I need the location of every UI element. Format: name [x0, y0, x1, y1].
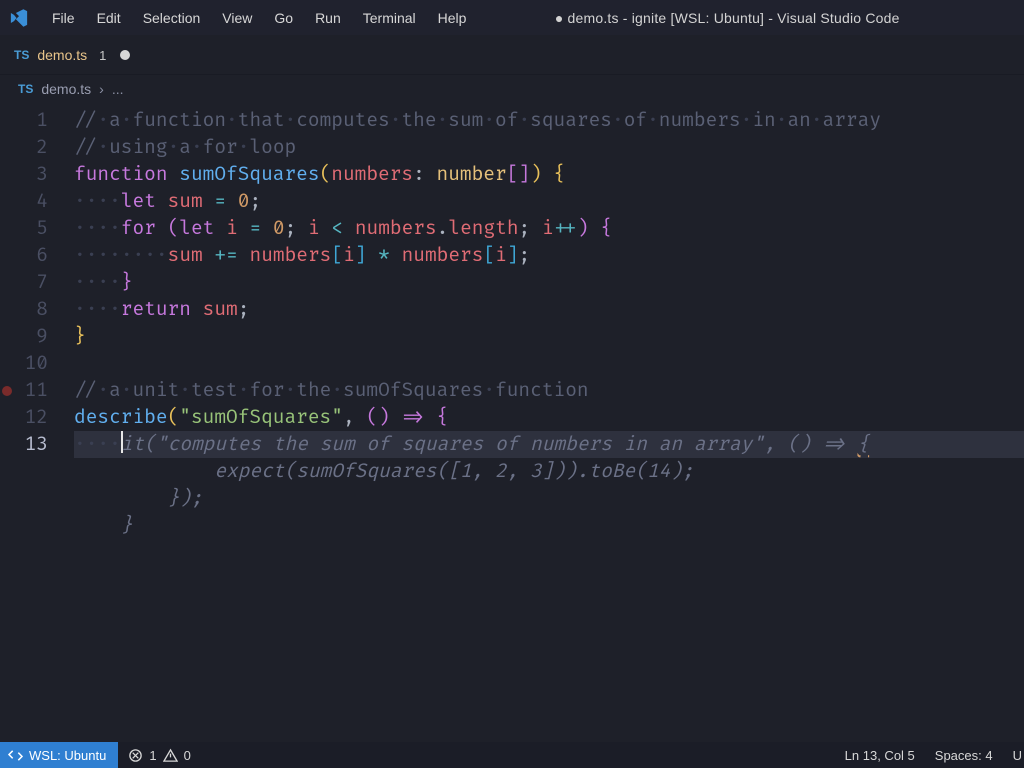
dirty-dot-icon: ●	[555, 10, 564, 26]
line-number: 13	[0, 431, 48, 458]
line-number: 9	[0, 323, 48, 350]
code-editor[interactable]: 12345678910111213 //·a·function·that·com…	[0, 103, 1024, 742]
line-number: 4	[0, 188, 48, 215]
code-area[interactable]: //·a·function·that·computes·the·sum·of·s…	[74, 107, 1024, 742]
ghost-suggestion-line: expect(sumOfSquares([1, 2, 3])).toBe(14)…	[74, 458, 1024, 485]
code-line[interactable]: }	[74, 323, 1024, 350]
menu-file[interactable]: File	[42, 6, 85, 30]
line-number: 8	[0, 296, 48, 323]
code-line[interactable]: ····it("computes the sum of squares of n…	[74, 431, 1024, 458]
window-title-text: demo.ts - ignite [WSL: Ubuntu] - Visual …	[568, 10, 900, 26]
code-line[interactable]: ····}	[74, 269, 1024, 296]
remote-indicator[interactable]: WSL: Ubuntu	[0, 742, 118, 768]
code-line[interactable]: //·a·function·that·computes·the·sum·of·s…	[74, 107, 1024, 134]
tab-label: demo.ts	[37, 47, 87, 63]
warning-count: 0	[184, 748, 191, 763]
line-number: 5	[0, 215, 48, 242]
status-bar: WSL: Ubuntu 1 0 Ln 13, Col 5 Spaces: 4 U	[0, 742, 1024, 768]
tab-problem-count: 1	[99, 48, 106, 63]
line-number: 10	[0, 350, 48, 377]
line-number: 2	[0, 134, 48, 161]
remote-label: WSL: Ubuntu	[29, 748, 106, 763]
error-icon	[128, 748, 143, 763]
menu-edit[interactable]: Edit	[87, 6, 131, 30]
breadcrumb-file: demo.ts	[41, 81, 91, 97]
indentation-indicator[interactable]: Spaces: 4	[925, 742, 1003, 768]
code-line[interactable]: ········sum += numbers[i] * numbers[i];	[74, 242, 1024, 269]
code-line[interactable]	[74, 350, 1024, 377]
code-line[interactable]: function sumOfSquares(numbers: number[])…	[74, 161, 1024, 188]
warning-icon	[163, 748, 178, 763]
cursor-position[interactable]: Ln 13, Col 5	[835, 742, 925, 768]
editor-tabs: TS demo.ts 1	[0, 35, 1024, 75]
line-number: 7	[0, 269, 48, 296]
chevron-right-icon: ›	[99, 81, 104, 97]
line-number-gutter[interactable]: 12345678910111213	[0, 107, 74, 742]
problems-indicator[interactable]: 1 0	[118, 742, 200, 768]
code-line[interactable]: describe("sumOfSquares", () => {	[74, 404, 1024, 431]
vscode-logo-icon	[8, 7, 30, 29]
breadcrumb-rest: ...	[112, 81, 124, 97]
code-line[interactable]: ····return sum;	[74, 296, 1024, 323]
line-number: 12	[0, 404, 48, 431]
code-line[interactable]: ····let sum = 0;	[74, 188, 1024, 215]
ts-file-icon: TS	[14, 48, 29, 62]
line-number: 3	[0, 161, 48, 188]
menu-go[interactable]: Go	[264, 6, 303, 30]
code-line[interactable]: //·a·unit·test·for·the·sumOfSquares·func…	[74, 377, 1024, 404]
tab-modified-dot-icon	[120, 50, 130, 60]
ghost-suggestion-line: }	[74, 512, 1024, 539]
code-line[interactable]: //·using·a·for·loop	[74, 134, 1024, 161]
encoding-indicator[interactable]: U	[1003, 742, 1024, 768]
menu-selection[interactable]: Selection	[133, 6, 211, 30]
menu-run[interactable]: Run	[305, 6, 351, 30]
line-number: 6	[0, 242, 48, 269]
ts-file-icon: TS	[18, 82, 33, 96]
tab-demo-ts[interactable]: TS demo.ts 1	[0, 35, 144, 74]
breadcrumb[interactable]: TS demo.ts › ...	[0, 75, 1024, 103]
title-bar: File Edit Selection View Go Run Terminal…	[0, 0, 1024, 35]
breakpoint-dot-icon[interactable]	[2, 386, 12, 396]
menu-view[interactable]: View	[212, 6, 262, 30]
ghost-suggestion-line: });	[74, 485, 1024, 512]
menu-terminal[interactable]: Terminal	[353, 6, 426, 30]
window-title: ●demo.ts - ignite [WSL: Ubuntu] - Visual…	[438, 10, 1016, 26]
remote-icon	[8, 748, 23, 763]
code-line[interactable]: ····for (let i = 0; i < numbers.length; …	[74, 215, 1024, 242]
error-count: 1	[149, 748, 156, 763]
line-number: 1	[0, 107, 48, 134]
